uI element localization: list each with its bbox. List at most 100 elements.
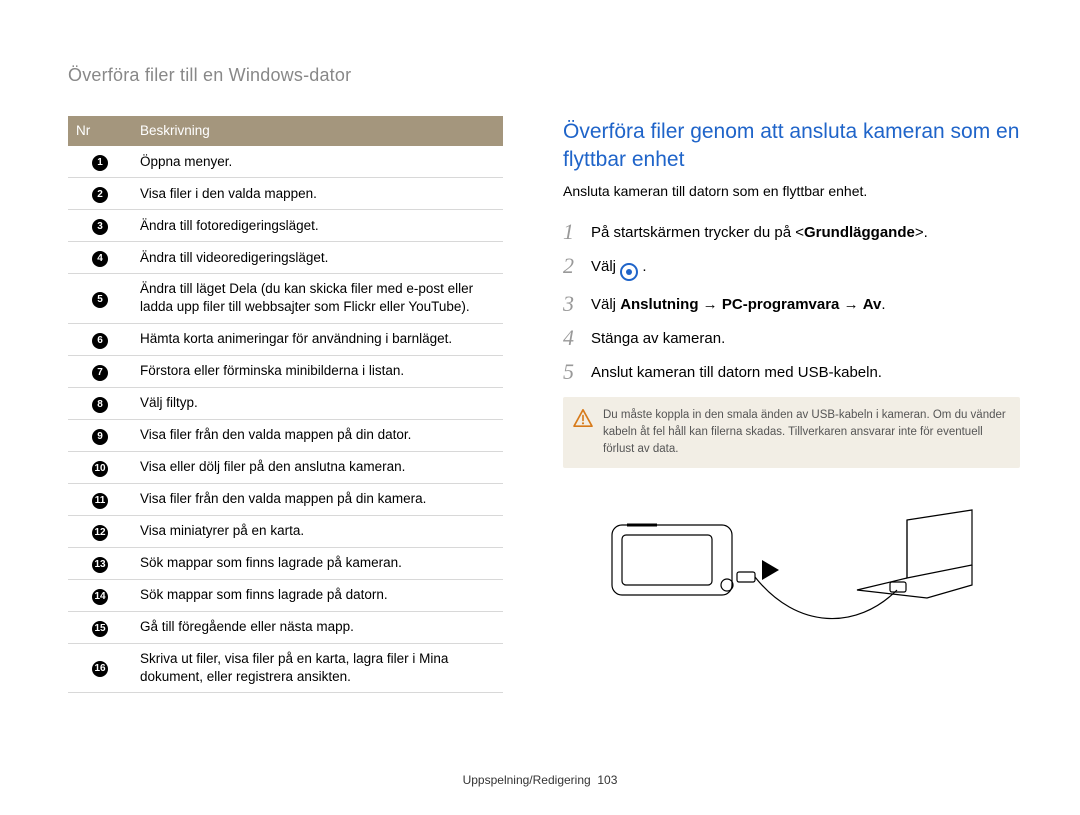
row-description: Skriva ut filer, visa filer på en karta,… <box>132 643 503 692</box>
text: → <box>699 296 722 313</box>
circled-number-icon: 3 <box>92 219 108 235</box>
row-number-cell: 4 <box>68 242 132 274</box>
row-number-cell: 8 <box>68 387 132 419</box>
section-title: Överföra filer genom att ansluta kameran… <box>563 118 1020 175</box>
circled-number-icon: 14 <box>92 589 108 605</box>
row-number-cell: 5 <box>68 274 132 323</box>
text: Välj <box>591 258 620 275</box>
table-row: 13 Sök mappar som finns lagrade på kamera… <box>68 547 503 579</box>
row-description: Ändra till läget Dela (du kan skicka fil… <box>132 274 503 323</box>
text: → <box>839 296 862 313</box>
row-number-cell: 7 <box>68 355 132 387</box>
row-description: Hämta korta animeringar för användning i… <box>132 323 503 355</box>
text-bold: Anslutning <box>620 296 698 313</box>
circled-number-icon: 9 <box>92 429 108 445</box>
circled-number-icon: 10 <box>92 461 108 477</box>
step-5: 5 Anslut kameran till datorn med USB-kab… <box>563 361 1020 383</box>
row-description: Öppna menyer. <box>132 146 503 178</box>
circled-number-icon: 1 <box>92 155 108 171</box>
row-description: Sök mappar som finns lagrade på kameran. <box>132 547 503 579</box>
table-row: 14 Sök mappar som finns lagrade på datorn… <box>68 579 503 611</box>
description-table-container: Nr Beskrivning 1 Öppna menyer. 2 Visa filer… <box>68 116 503 693</box>
row-description: Gå till föregående eller nästa mapp. <box>132 611 503 643</box>
row-number-cell: 12 <box>68 515 132 547</box>
row-description: Visa filer i den valda mappen. <box>132 178 503 210</box>
step-text: Välj . <box>591 255 647 281</box>
circled-number-icon: 7 <box>92 365 108 381</box>
warning-note: Du måste koppla in den smala änden av US… <box>563 397 1020 469</box>
row-number-cell: 13 <box>68 547 132 579</box>
table-row: 12 Visa miniatyrer på en karta. <box>68 515 503 547</box>
table-row: 6 Hämta korta animeringar för användning … <box>68 323 503 355</box>
row-description: Visa filer från den valda mappen på din … <box>132 483 503 515</box>
text-bold: PC-programvara <box>722 296 840 313</box>
step-4: 4 Stänga av kameran. <box>563 327 1020 349</box>
row-number-cell: 9 <box>68 419 132 451</box>
text: >. <box>915 224 928 241</box>
note-text: Du måste koppla in den smala änden av US… <box>603 409 1006 456</box>
step-1: 1 På startskärmen trycker du på <Grundlä… <box>563 221 1020 243</box>
table-row: 11 Visa filer från den valda mappen på di… <box>68 483 503 515</box>
table-row: 9 Visa filer från den valda mappen på din… <box>68 419 503 451</box>
step-number: 2 <box>563 255 581 277</box>
step-number: 4 <box>563 327 581 349</box>
circled-number-icon: 8 <box>92 397 108 413</box>
row-number-cell: 6 <box>68 323 132 355</box>
step-text: Anslut kameran till datorn med USB-kabel… <box>591 361 882 381</box>
text: Välj <box>591 296 620 313</box>
connection-illustration <box>563 490 1020 640</box>
circled-number-icon: 15 <box>92 621 108 637</box>
row-description: Ändra till videoredigeringsläget. <box>132 242 503 274</box>
table-row: 16 Skriva ut filer, visa filer på en kart… <box>68 643 503 692</box>
circled-number-icon: 6 <box>92 333 108 349</box>
step-2: 2 Välj . <box>563 255 1020 281</box>
step-number: 3 <box>563 293 581 315</box>
circled-number-icon: 4 <box>92 251 108 267</box>
table-row: 2 Visa filer i den valda mappen. <box>68 178 503 210</box>
row-description: Visa eller dölj filer på den anslutna ka… <box>132 451 503 483</box>
table-row: 10 Visa eller dölj filer på den anslutna … <box>68 451 503 483</box>
text: . <box>881 296 885 313</box>
text-bold: Av <box>863 296 882 313</box>
row-description: Välj filtyp. <box>132 387 503 419</box>
footer-label: Uppspelning/Redigering <box>463 773 591 787</box>
table-header-nr: Nr <box>68 116 132 146</box>
table-row: 5 Ändra till läget Dela (du kan skicka fi… <box>68 274 503 323</box>
row-number-cell: 14 <box>68 579 132 611</box>
circled-number-icon: 16 <box>92 661 108 677</box>
circled-number-icon: 2 <box>92 187 108 203</box>
row-number-cell: 1 <box>68 146 132 178</box>
step-number: 5 <box>563 361 581 383</box>
page-footer: Uppspelning/Redigering 103 <box>0 773 1080 787</box>
circled-number-icon: 5 <box>92 292 108 308</box>
step-text: Stänga av kameran. <box>591 327 725 347</box>
table-row: 1 Öppna menyer. <box>68 146 503 178</box>
table-header-desc: Beskrivning <box>132 116 503 146</box>
row-description: Förstora eller förminska minibilderna i … <box>132 355 503 387</box>
row-number-cell: 2 <box>68 178 132 210</box>
step-number: 1 <box>563 221 581 243</box>
circled-number-icon: 11 <box>92 493 108 509</box>
row-description: Ändra till fotoredigeringsläget. <box>132 210 503 242</box>
table-row: 3 Ändra till fotoredigeringsläget. <box>68 210 503 242</box>
section-subtitle: Ansluta kameran till datorn som en flytt… <box>563 183 1020 199</box>
row-description: Sök mappar som finns lagrade på datorn. <box>132 579 503 611</box>
table-row: 15 Gå till föregående eller nästa mapp. <box>68 611 503 643</box>
text: . <box>638 258 646 275</box>
step-text: Välj Anslutning → PC-programvara → Av. <box>591 293 886 313</box>
table-row: 8 Välj filtyp. <box>68 387 503 419</box>
row-number-cell: 15 <box>68 611 132 643</box>
row-description: Visa miniatyrer på en karta. <box>132 515 503 547</box>
circled-number-icon: 13 <box>92 557 108 573</box>
row-description: Visa filer från den valda mappen på din … <box>132 419 503 451</box>
warning-icon <box>573 409 593 427</box>
row-number-cell: 11 <box>68 483 132 515</box>
step-3: 3 Välj Anslutning → PC-programvara → Av. <box>563 293 1020 315</box>
row-number-cell: 10 <box>68 451 132 483</box>
text-bold: Grundläggande <box>804 224 915 241</box>
steps-list: 1 På startskärmen trycker du på <Grundlä… <box>563 221 1020 383</box>
circled-number-icon: 12 <box>92 525 108 541</box>
footer-page-number: 103 <box>597 773 617 787</box>
table-row: 7 Förstora eller förminska minibilderna i… <box>68 355 503 387</box>
row-number-cell: 3 <box>68 210 132 242</box>
